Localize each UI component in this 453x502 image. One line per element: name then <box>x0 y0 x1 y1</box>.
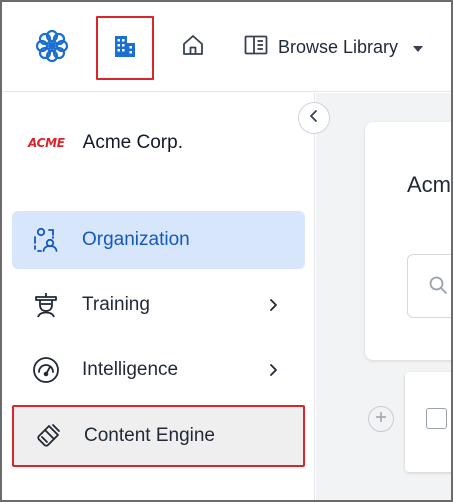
sidebar-item-organization[interactable]: Organization <box>12 211 305 269</box>
plus-icon <box>375 410 387 428</box>
gauge-icon <box>32 356 60 384</box>
row-checkbox[interactable] <box>426 408 447 429</box>
home-icon <box>181 33 205 62</box>
page-title: Acm <box>407 172 451 197</box>
people-network-icon <box>32 226 60 254</box>
search-icon <box>428 275 448 300</box>
sidebar-item-content-engine[interactable]: Content Engine <box>12 405 305 467</box>
company-name: Acme Corp. <box>82 132 183 153</box>
header-card <box>365 122 451 360</box>
building-icon <box>114 34 136 63</box>
browse-library-button[interactable]: Browse Library <box>244 32 424 62</box>
sidebar-item-label: Training <box>82 294 150 315</box>
caret-down-icon <box>412 37 424 58</box>
sidebar-item-intelligence[interactable]: Intelligence <box>12 341 305 399</box>
flower-logo-icon[interactable] <box>34 28 70 64</box>
collapse-sidebar-button[interactable] <box>298 102 330 134</box>
sidebar-item-label: Organization <box>82 229 190 250</box>
search-input[interactable] <box>407 254 451 318</box>
sidebar-item-label: Intelligence <box>82 359 179 380</box>
chevron-right-icon <box>263 360 283 380</box>
chevron-right-icon <box>263 295 283 315</box>
app-window: Browse Library ACME Acme Corp. Organizat… <box>0 0 453 502</box>
company-logo: ACME <box>28 136 65 150</box>
home-button[interactable] <box>178 32 208 62</box>
paintbrush-icon <box>34 422 62 450</box>
add-button[interactable] <box>368 406 394 432</box>
company-header: ACME Acme Corp. <box>28 132 183 154</box>
book-panel-icon <box>244 35 268 60</box>
top-bar: Browse Library <box>2 2 451 92</box>
sidebar-item-label: Content Engine <box>84 425 215 446</box>
browse-library-label: Browse Library <box>278 36 399 57</box>
graduate-icon <box>32 291 60 319</box>
organization-button[interactable] <box>96 16 154 80</box>
sidebar-item-training[interactable]: Training <box>12 276 305 334</box>
chevron-left-icon <box>308 109 320 128</box>
